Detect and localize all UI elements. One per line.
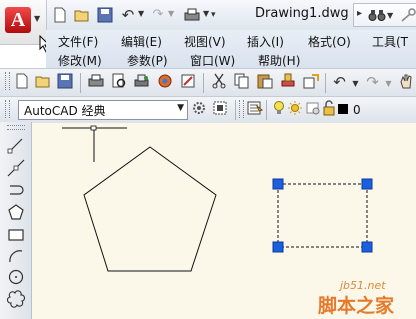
selected-rectangle [277,183,368,248]
drawing-geometry [62,125,373,272]
grip-bottom-left [272,241,284,253]
grip-top-right [361,178,373,190]
crosshair-pickbox [90,125,97,131]
grip-bottom-right [361,241,373,253]
pentagon-shape [83,146,217,272]
watermark-text: 脚本之家 [318,295,395,317]
grip-top-left [272,178,284,190]
